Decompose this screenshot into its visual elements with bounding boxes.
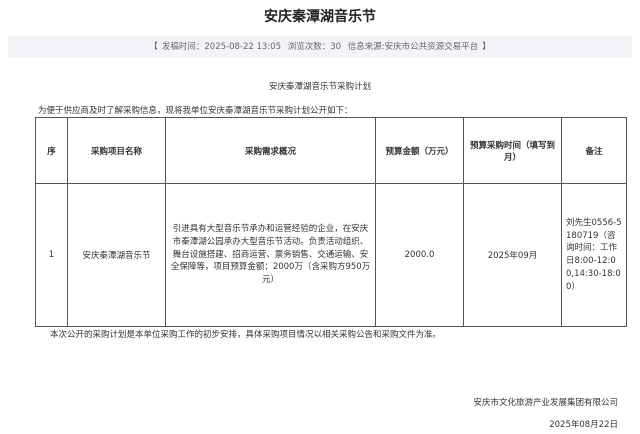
document-subtitle: 安庆秦潭湖音乐节采购计划 [268,82,371,92]
cell-name: 安庆秦潭湖音乐节 [67,183,166,327]
meta-close-bracket: 】 [482,42,491,52]
article-meta-bar: 【发稿时间：2025-08-22 13:05 浏览次数：30 信息来源:安庆市公… [8,36,632,58]
article-title: 安庆秦潭湖音乐节 [264,9,376,25]
meta-open-bracket: 【 [149,42,158,52]
cell-seq: 1 [35,183,68,327]
meta-publish-time: 发稿时间：2025-08-22 13:05 [161,42,281,52]
cell-note: 刘先生0556-5180719（咨询时间：工作日8:00-12:00,14:30… [561,183,627,327]
header-note: 备注 [561,117,627,184]
cell-requirement: 引进具有大型音乐节承办和运营经验的企业，在安庆市秦潭湖公园承办大型音乐节活动。负… [165,183,376,327]
issuing-organization: 安庆市文化旅游产业发展集团有限公司 [473,398,618,408]
header-time: 预算采购时间（填写到月） [463,117,562,184]
issue-date: 2025年08月22日 [549,420,618,430]
cell-time: 2025年09月 [463,183,562,327]
header-budget: 预算金额（万元） [375,117,464,184]
table-header-row: 序 采购项目名称 采购需求概况 预算金额（万元） 预算采购时间（填写到月） 备注 [35,117,627,184]
header-name: 采购项目名称 [67,117,166,184]
cell-budget: 2000.0 [375,183,464,327]
header-seq: 序 [35,117,68,184]
meta-view-count: 浏览次数：30 [287,42,342,52]
header-requirement: 采购需求概况 [165,117,376,184]
table-row: 1 安庆秦潭湖音乐节 引进具有大型音乐节承办和运营经验的企业，在安庆市秦潭湖公园… [35,183,627,327]
meta-source: 信息来源:安庆市公共资源交易平台 [347,42,479,52]
document-footnote: 本次公开的采购计划是本单位采购工作的初步安排，具体采购项目情况以相关采购公告和采… [50,330,442,340]
document-intro: 为便于供应商及时了解采购信息，现将我单位安庆秦潭湖音乐节采购计划公开如下： [38,106,353,116]
procurement-table: 序 采购项目名称 采购需求概况 预算金额（万元） 预算采购时间（填写到月） 备注… [35,117,627,327]
